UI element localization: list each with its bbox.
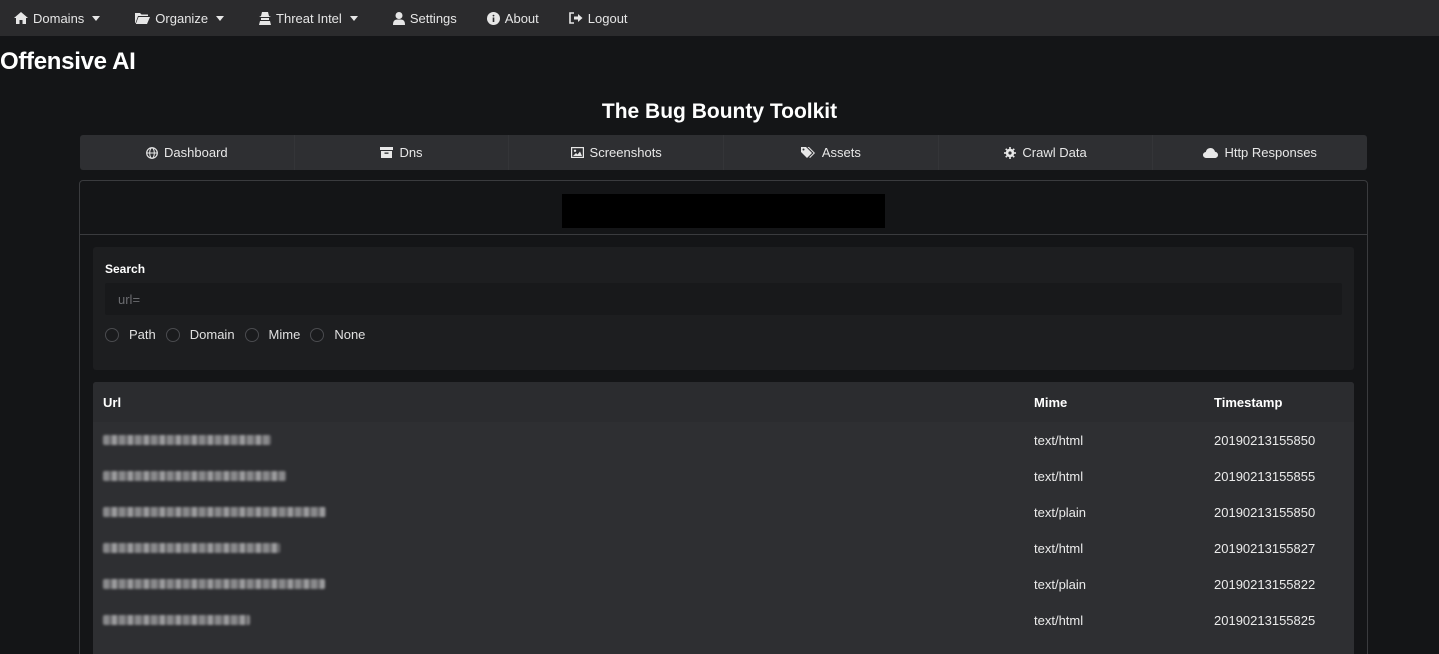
mime-cell: text/html <box>1034 612 1084 628</box>
nav-settings-label: Settings <box>409 10 457 26</box>
filter-mime-radio[interactable]: Mime <box>244 327 301 342</box>
nav-logout[interactable]: Logout <box>568 10 628 26</box>
redacted-url <box>103 542 280 553</box>
home-icon <box>14 12 28 24</box>
redacted-url <box>103 578 325 589</box>
mime-cell: text/html <box>1034 540 1084 556</box>
table-header: Url Mime Timestamp <box>93 382 1354 422</box>
timestamp-cell: 20190213155850 <box>1214 432 1316 448</box>
table-row[interactable]: text/html 20190213155855 <box>93 458 1354 494</box>
filter-domain-label: Domain <box>189 327 235 342</box>
spy-icon <box>259 11 272 25</box>
tab-dashboard[interactable]: Dashboard <box>80 135 295 170</box>
page-subtitle: The Bug Bounty Toolkit <box>601 100 838 123</box>
redacted-url <box>103 614 250 625</box>
archive-icon <box>380 147 394 158</box>
nav-organize-label: Organize <box>155 10 209 26</box>
nav-domains-label: Domains <box>33 10 85 26</box>
brand-title[interactable]: Offensive AI <box>0 48 136 76</box>
url-cell[interactable] <box>93 505 1034 520</box>
filter-domain-radio[interactable]: Domain <box>165 327 235 342</box>
nav-settings[interactable]: Settings <box>392 10 457 26</box>
card-header <box>80 181 1367 235</box>
nav-about-label: About <box>504 10 539 26</box>
redacted-title <box>562 194 885 228</box>
radio-circle[interactable] <box>244 327 259 342</box>
table-row[interactable]: text/html 20190213155825 <box>93 602 1354 638</box>
mime-cell: text/plain <box>1034 504 1087 520</box>
chevron-down-icon <box>349 15 358 21</box>
nav-organize[interactable]: Organize <box>135 11 229 26</box>
table-row[interactable]: text/html 20190213155850 <box>93 422 1354 458</box>
url-cell[interactable] <box>93 541 1034 556</box>
globe-icon <box>146 146 158 159</box>
tags-icon <box>800 146 815 158</box>
redacted-url <box>103 470 286 481</box>
timestamp-cell: 20190213155827 <box>1214 540 1316 556</box>
tab-screenshots[interactable]: Screenshots <box>509 135 725 170</box>
timestamp-cell: 20190213155822 <box>1214 576 1316 592</box>
filter-none-radio[interactable]: None <box>310 327 365 342</box>
column-header-url[interactable]: Url <box>93 395 1034 410</box>
tab-screenshots-label: Screenshots <box>589 145 662 160</box>
timestamp-cell: 20190213155850 <box>1214 504 1316 520</box>
logout-icon <box>568 12 583 24</box>
cloud-icon <box>1203 147 1219 158</box>
gear-icon <box>1004 146 1017 159</box>
radio-circle[interactable] <box>105 327 119 342</box>
crawl-data-table: Url Mime Timestamp text/html 20190213155… <box>93 382 1354 654</box>
radio-circle[interactable] <box>165 327 180 342</box>
mime-cell: text/html <box>1034 432 1084 448</box>
url-cell[interactable] <box>93 577 1034 592</box>
mime-cell: text/plain <box>1034 576 1087 592</box>
tab-crawl-data-label: Crawl Data <box>1022 145 1087 160</box>
top-navbar: Domains Organize Threat Intel Settings A… <box>0 0 1439 36</box>
table-row[interactable]: text/plain 20190213155822 <box>93 566 1354 602</box>
filter-mime-label: Mime <box>268 327 301 342</box>
image-icon <box>570 147 584 158</box>
folder-icon <box>135 13 151 24</box>
filter-path-label: Path <box>129 327 156 342</box>
tab-http-responses-label: Http Responses <box>1224 145 1317 160</box>
user-icon <box>392 11 405 25</box>
tab-dns-label: Dns <box>399 145 423 160</box>
tab-assets-label: Assets <box>821 145 861 160</box>
tab-crawl-data[interactable]: Crawl Data <box>939 135 1154 170</box>
crawl-data-card: Search Path Domain Mime None Url Mime <box>79 180 1368 654</box>
table-row[interactable]: text/html 20190213155827 <box>93 530 1354 566</box>
search-input[interactable] <box>105 283 1342 315</box>
tab-assets[interactable]: Assets <box>724 135 939 170</box>
column-header-mime[interactable]: Mime <box>1034 395 1214 410</box>
timestamp-cell: 20190213155855 <box>1214 468 1316 484</box>
nav-about[interactable]: About <box>486 10 539 26</box>
section-tabs: Dashboard Dns Screenshots Assets Crawl D… <box>80 135 1367 170</box>
search-label: Search <box>105 262 146 276</box>
timestamp-cell: 20190213155825 <box>1214 612 1316 628</box>
chevron-down-icon <box>216 15 225 21</box>
url-cell[interactable] <box>93 469 1034 484</box>
chevron-down-icon <box>92 15 101 21</box>
tab-dashboard-label: Dashboard <box>164 145 228 160</box>
mime-cell: text/html <box>1034 468 1084 484</box>
nav-domains[interactable]: Domains <box>14 11 105 26</box>
redacted-url <box>103 506 326 517</box>
radio-circle[interactable] <box>310 327 325 342</box>
column-header-timestamp[interactable]: Timestamp <box>1214 395 1354 410</box>
tab-dns[interactable]: Dns <box>295 135 510 170</box>
url-cell[interactable] <box>93 613 1034 628</box>
table-row[interactable]: text/plain 20190213155850 <box>93 494 1354 530</box>
url-cell[interactable] <box>93 433 1034 448</box>
nav-threat-intel-label: Threat Intel <box>276 10 342 26</box>
info-icon <box>486 11 500 25</box>
search-filter-options: Path Domain Mime None <box>105 327 375 342</box>
tab-http-responses[interactable]: Http Responses <box>1153 135 1367 170</box>
search-panel: Search Path Domain Mime None <box>93 247 1354 370</box>
nav-logout-label: Logout <box>587 10 628 26</box>
filter-path-radio[interactable]: Path <box>105 327 156 342</box>
redacted-url <box>103 434 271 445</box>
nav-threat-intel[interactable]: Threat Intel <box>259 11 363 26</box>
filter-none-label: None <box>334 327 366 342</box>
